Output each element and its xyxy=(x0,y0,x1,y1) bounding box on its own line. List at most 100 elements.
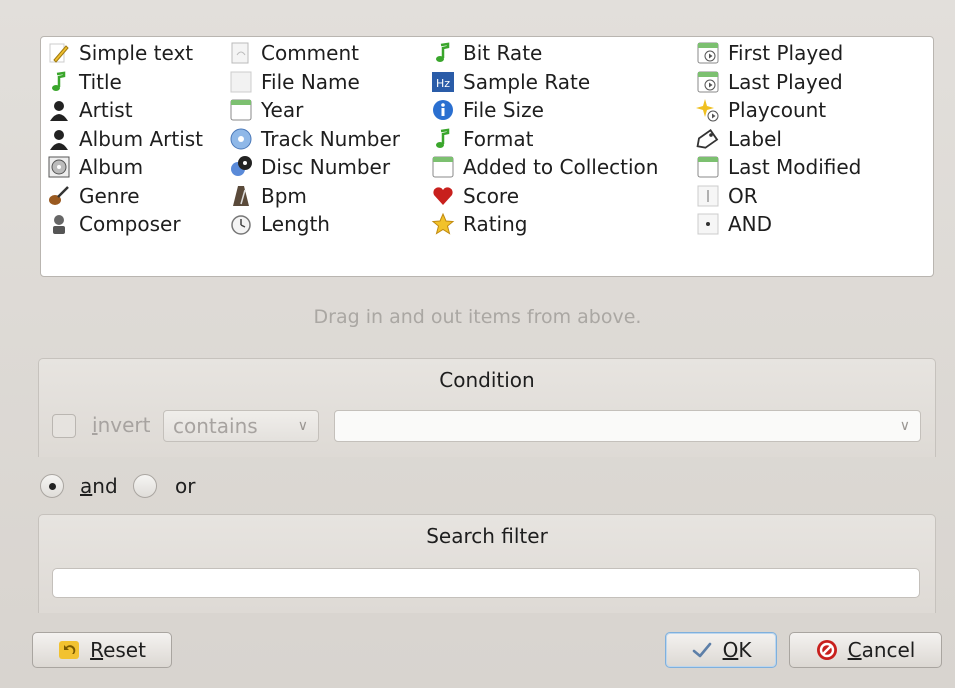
sparkle-icon xyxy=(696,98,720,122)
field-palette: Simple text Title Artist Album Artist Album G… xyxy=(40,36,934,277)
field-item[interactable]: Label xyxy=(696,125,861,154)
cd-track-icon xyxy=(229,127,253,151)
music-note-icon xyxy=(431,127,455,151)
field-item-label: Composer xyxy=(79,212,181,237)
field-item[interactable]: Track Number xyxy=(229,125,400,154)
or-radio[interactable] xyxy=(133,474,157,498)
field-item-label: File Name xyxy=(261,69,360,94)
condition-value-combo[interactable]: ∨ xyxy=(334,410,921,442)
star-icon xyxy=(431,212,455,236)
invert-checkbox[interactable] xyxy=(52,414,76,438)
or-label[interactable]: or xyxy=(175,474,195,498)
music-note-icon xyxy=(431,41,455,65)
field-item-label: Disc Number xyxy=(261,155,391,180)
metronome-icon xyxy=(229,184,253,208)
field-item[interactable]: Last Modified xyxy=(696,153,861,182)
search-filter-group: Search filter xyxy=(38,514,936,613)
pencil-icon xyxy=(47,41,71,65)
field-item[interactable]: AND xyxy=(696,210,861,239)
cancel-label: Cancel xyxy=(847,638,916,662)
field-item[interactable]: Title xyxy=(47,68,203,97)
ok-button[interactable]: OK xyxy=(665,632,777,668)
search-filter-input[interactable] xyxy=(52,568,920,598)
palette-column-4: First Played Last Played Playcount Label Las… xyxy=(696,39,861,239)
field-item[interactable]: Format xyxy=(431,125,658,154)
field-item-label: Genre xyxy=(79,183,140,208)
reset-label: Reset xyxy=(90,638,146,662)
reset-button[interactable]: Reset xyxy=(32,632,172,668)
cancel-button[interactable]: Cancel xyxy=(789,632,942,668)
guitar-icon xyxy=(47,184,71,208)
field-item[interactable]: Bpm xyxy=(229,182,400,211)
field-item[interactable]: Length xyxy=(229,210,400,239)
undo-icon xyxy=(58,639,80,661)
field-item-label: Rating xyxy=(463,212,528,237)
bust-icon xyxy=(47,212,71,236)
clock-icon xyxy=(229,212,253,236)
field-item[interactable]: Artist xyxy=(47,96,203,125)
field-item-label: Title xyxy=(79,69,122,94)
music-note-icon xyxy=(47,70,71,94)
field-item-label: OR xyxy=(728,183,758,208)
field-item-label: Bpm xyxy=(261,183,307,208)
field-item[interactable]: Hz Sample Rate xyxy=(431,68,658,97)
calendar-icon xyxy=(696,155,720,179)
invert-label[interactable]: invert xyxy=(92,413,150,437)
field-item-label: Last Modified xyxy=(728,155,862,180)
field-item[interactable]: Playcount xyxy=(696,96,861,125)
field-item[interactable]: Added to Collection xyxy=(431,153,658,182)
calendar-icon xyxy=(431,155,455,179)
and-radio[interactable] xyxy=(40,474,64,498)
and-icon xyxy=(696,212,720,236)
ok-label: OK xyxy=(722,638,752,662)
cancel-icon xyxy=(816,639,838,661)
calendar-play-icon xyxy=(696,70,720,94)
checkmark-icon xyxy=(691,639,713,661)
field-item[interactable]: Last Played xyxy=(696,68,861,97)
and-label[interactable]: and xyxy=(80,474,118,498)
field-item-label: Album Artist xyxy=(79,126,204,151)
field-item[interactable]: File Name xyxy=(229,68,400,97)
field-item-label: Comment xyxy=(261,41,359,66)
field-item[interactable]: Year xyxy=(229,96,400,125)
field-item-label: File Size xyxy=(463,98,544,123)
field-item[interactable]: Album xyxy=(47,153,203,182)
field-item[interactable]: Bit Rate xyxy=(431,39,658,68)
field-item-label: AND xyxy=(728,212,773,237)
field-item[interactable]: File Size xyxy=(431,96,658,125)
field-item[interactable]: Disc Number xyxy=(229,153,400,182)
tag-icon xyxy=(696,127,720,151)
field-item[interactable]: Genre xyxy=(47,182,203,211)
field-item[interactable]: Score xyxy=(431,182,658,211)
field-item-label: Last Played xyxy=(728,69,843,94)
field-item[interactable]: Simple text xyxy=(47,39,203,68)
field-item-label: Added to Collection xyxy=(463,155,659,180)
field-item-label: Sample Rate xyxy=(463,69,591,94)
field-item-label: Bit Rate xyxy=(463,41,543,66)
field-item[interactable]: OR xyxy=(696,182,861,211)
field-item[interactable]: Comment xyxy=(229,39,400,68)
field-item[interactable]: First Played xyxy=(696,39,861,68)
field-item-label: Track Number xyxy=(261,126,401,151)
field-item-label: Simple text xyxy=(79,41,194,66)
person-icon xyxy=(47,127,71,151)
field-item[interactable]: Composer xyxy=(47,210,203,239)
palette-column-2: Comment File Name Year Track Number Disc Num… xyxy=(229,39,400,239)
field-item[interactable]: Album Artist xyxy=(47,125,203,154)
operator-combo[interactable]: contains ∨ xyxy=(163,410,319,442)
calendar-play-icon xyxy=(696,41,720,65)
field-item-label: First Played xyxy=(728,41,844,66)
field-item-label: Format xyxy=(463,126,534,151)
disc-icon xyxy=(229,155,253,179)
calendar-icon xyxy=(229,98,253,122)
person-icon xyxy=(47,98,71,122)
radio-selected-dot xyxy=(49,483,56,490)
field-item-label: Score xyxy=(463,183,520,208)
drag-hint: Drag in and out items from above. xyxy=(313,306,642,328)
field-item[interactable]: Rating xyxy=(431,210,658,239)
operator-value: contains xyxy=(173,414,258,438)
field-item-label: Year xyxy=(261,98,304,123)
search-filter-title: Search filter xyxy=(426,524,548,548)
chevron-down-icon: ∨ xyxy=(297,418,308,434)
condition-group: Condition xyxy=(38,358,936,457)
